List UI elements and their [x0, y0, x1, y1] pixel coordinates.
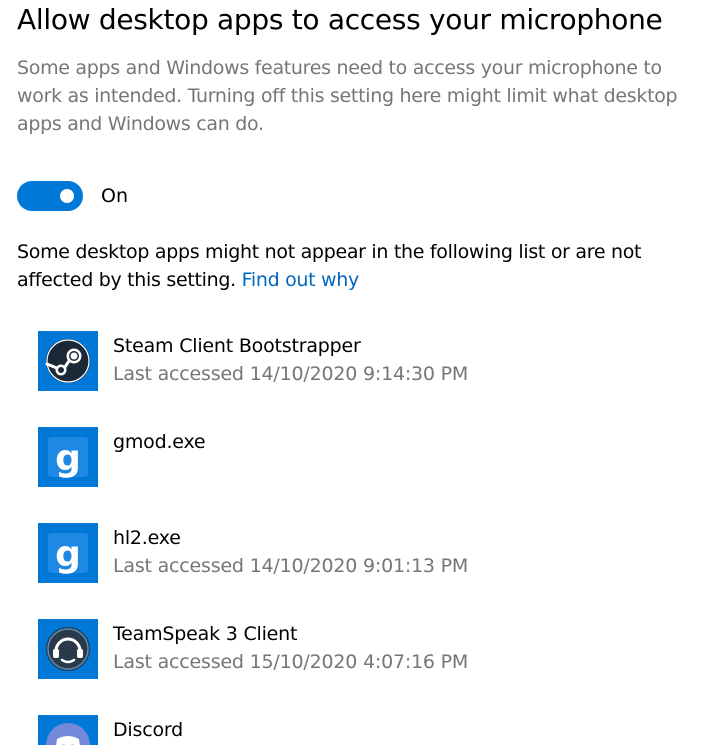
steam-icon [45, 339, 90, 383]
app-name: gmod.exe [113, 431, 206, 453]
svg-text:g: g [55, 534, 81, 575]
app-text: Discord [113, 715, 183, 744]
find-out-why-link[interactable]: Find out why [242, 269, 360, 291]
desktop-apps-note: Some desktop apps might not appear in th… [17, 238, 707, 294]
app-text: Steam Client Bootstrapper Last accessed … [113, 331, 468, 388]
gmod-icon: g [48, 437, 88, 479]
gmod-icon: g [38, 427, 98, 487]
steam-icon [38, 331, 98, 391]
discord-icon [38, 715, 98, 745]
app-name: TeamSpeak 3 Client [113, 623, 298, 645]
teamspeak-icon [46, 627, 90, 671]
app-text: gmod.exe [113, 427, 206, 456]
app-last-accessed: Last accessed 15/10/2020 4:07:16 PM [113, 651, 469, 673]
discord-icon [46, 723, 90, 745]
page-title: Allow desktop apps to access your microp… [17, 3, 663, 36]
toggle-knob [60, 189, 74, 203]
list-item: g gmod.exe [38, 427, 708, 487]
gmod-icon: g [48, 533, 88, 575]
teamspeak-icon [38, 619, 98, 679]
list-item: Discord [38, 715, 708, 745]
list-item: g hl2.exe Last accessed 14/10/2020 9:01:… [38, 523, 708, 583]
microphone-settings-page: Allow desktop apps to access your microp… [0, 0, 728, 745]
microphone-toggle-row: On [17, 181, 128, 211]
app-text: TeamSpeak 3 Client Last accessed 15/10/2… [113, 619, 468, 676]
list-item: TeamSpeak 3 Client Last accessed 15/10/2… [38, 619, 708, 679]
app-name: Discord [113, 719, 184, 741]
microphone-access-toggle[interactable] [17, 181, 83, 211]
toggle-state-label: On [101, 185, 128, 207]
app-text: hl2.exe Last accessed 14/10/2020 9:01:13… [113, 523, 468, 580]
gmod-icon: g [38, 523, 98, 583]
app-last-accessed: Last accessed 14/10/2020 9:01:13 PM [113, 555, 469, 577]
app-name: hl2.exe [113, 527, 181, 549]
svg-text:g: g [55, 438, 81, 479]
list-item: Steam Client Bootstrapper Last accessed … [38, 331, 708, 391]
app-name: Steam Client Bootstrapper [113, 335, 361, 357]
page-description: Some apps and Windows features need to a… [17, 57, 678, 135]
app-last-accessed: Last accessed 14/10/2020 9:14:30 PM [113, 363, 469, 385]
